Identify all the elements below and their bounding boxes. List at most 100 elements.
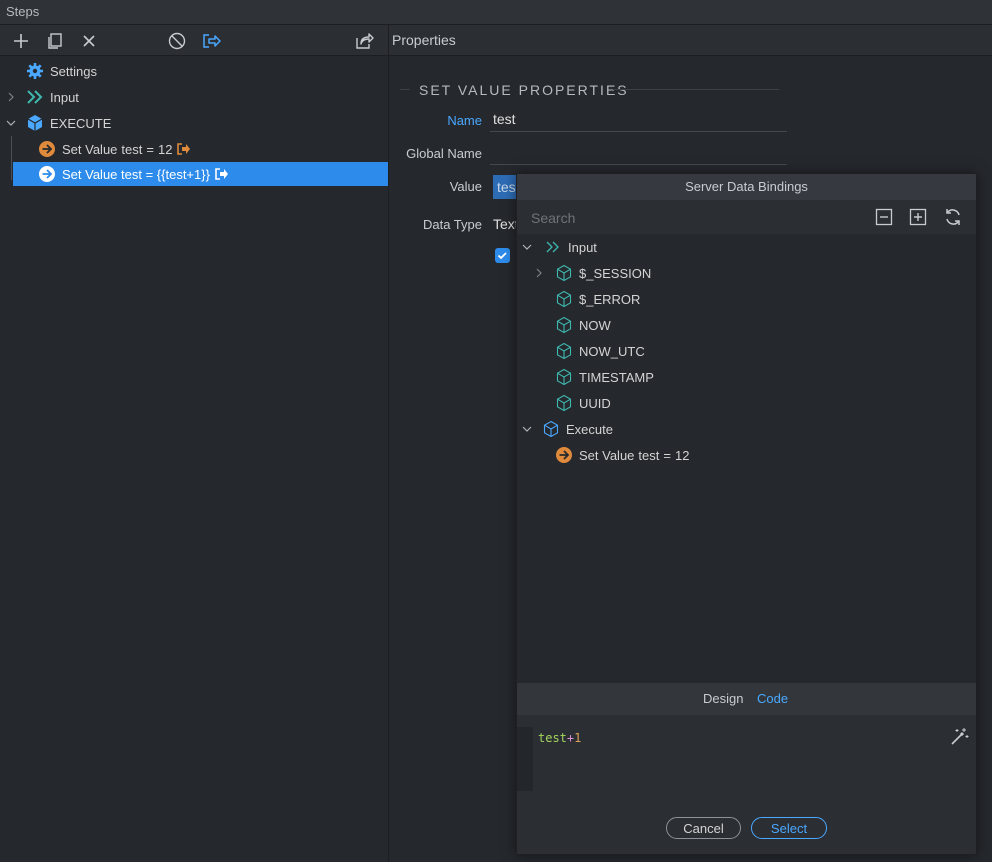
- tab-code[interactable]: Code: [757, 691, 788, 706]
- binding-label: UUID: [579, 395, 611, 411]
- add-step-button[interactable]: [10, 30, 32, 52]
- select-button[interactable]: Select: [751, 817, 827, 839]
- magic-wand-icon: [951, 728, 969, 745]
- global-name-label: Global Name: [406, 146, 482, 161]
- cube-outline-icon: [542, 420, 560, 438]
- tree-item-input[interactable]: Input: [0, 85, 388, 109]
- binding-label: $_SESSION: [579, 265, 652, 281]
- cube-outline-icon: [555, 264, 573, 282]
- binding-set-value[interactable]: Set Value test = 12: [517, 442, 976, 468]
- dialog-footer: Cancel Select: [517, 802, 976, 854]
- binding-value: 12: [674, 447, 690, 463]
- cube-outline-icon: [555, 368, 573, 386]
- expand-icon: [909, 208, 927, 226]
- binding-label: TIMESTAMP: [579, 369, 654, 385]
- expand-all-button[interactable]: [909, 208, 927, 226]
- tree-item-label: EXECUTE: [50, 115, 112, 131]
- cube-outline-icon: [555, 290, 573, 308]
- tree-item-execute[interactable]: EXECUTE: [0, 111, 388, 135]
- chevron-right-icon[interactable]: [6, 92, 16, 102]
- name-label: Name: [447, 113, 482, 128]
- chevron-down-icon[interactable]: [521, 243, 533, 251]
- panel-title: Steps: [6, 4, 40, 19]
- panel-title-bar: Steps: [0, 0, 992, 25]
- refresh-button[interactable]: [943, 207, 963, 227]
- arrow-circle-icon: [38, 140, 56, 158]
- share-icon: [356, 33, 374, 49]
- code-gutter: [517, 727, 533, 791]
- tree-item-settings[interactable]: Settings: [0, 59, 388, 83]
- sign-out-icon: [203, 34, 221, 48]
- global-name-field[interactable]: [490, 140, 787, 164]
- disable-icon: [168, 32, 186, 50]
- format-button[interactable]: [949, 727, 969, 747]
- tree-item-label: Settings: [50, 63, 97, 79]
- export-button[interactable]: [353, 30, 375, 52]
- editor-tabs: Design Code: [517, 683, 976, 715]
- cube-outline-icon: [555, 316, 573, 334]
- data-type-select[interactable]: Text: [493, 216, 516, 232]
- disable-step-button[interactable]: [166, 30, 188, 52]
- code-editor[interactable]: test+1: [517, 715, 976, 802]
- binding-now[interactable]: NOW: [517, 312, 976, 338]
- step-value: 12: [157, 141, 173, 157]
- bindings-tree: Input $_SESSION $_ERROR NOW NOW_UTC TIME…: [517, 234, 976, 683]
- chevron-down-icon[interactable]: [5, 119, 17, 127]
- binding-error[interactable]: $_ERROR: [517, 286, 976, 312]
- name-field[interactable]: test: [493, 111, 516, 127]
- step-operator: =: [146, 141, 154, 157]
- binding-label: $_ERROR: [579, 291, 641, 307]
- search-input[interactable]: [529, 207, 853, 229]
- cube-outline-icon: [555, 394, 573, 412]
- gear-icon: [26, 62, 44, 80]
- binding-input[interactable]: Input: [517, 234, 976, 260]
- chevron-right-icon[interactable]: [534, 268, 544, 278]
- checkmark-icon: [497, 252, 507, 260]
- step-variable: test: [121, 141, 143, 157]
- binding-label: Execute: [566, 421, 613, 437]
- cube-icon: [26, 114, 44, 132]
- copy-step-button[interactable]: [44, 30, 66, 52]
- binding-execute[interactable]: Execute: [517, 416, 976, 442]
- chevron-down-icon[interactable]: [521, 425, 533, 433]
- step-label: Set Value test = {{test+1}}: [62, 166, 210, 182]
- binding-uuid[interactable]: UUID: [517, 390, 976, 416]
- dialog-title: Server Data Bindings: [517, 174, 976, 200]
- steps-tree: Settings Input EXECUTE Set Value test = …: [0, 56, 389, 862]
- toolbar: Properties: [0, 25, 992, 56]
- delete-step-button[interactable]: [78, 30, 100, 52]
- binding-timestamp[interactable]: TIMESTAMP: [517, 364, 976, 390]
- cancel-button[interactable]: Cancel: [666, 817, 741, 839]
- step-set-value-expression[interactable]: Set Value test = {{test+1}}: [13, 162, 388, 186]
- collapse-all-button[interactable]: [875, 208, 893, 226]
- tab-design[interactable]: Design: [703, 691, 743, 706]
- close-icon: [83, 35, 95, 47]
- arrow-circle-icon: [555, 446, 573, 464]
- code-expression[interactable]: test+1: [538, 731, 581, 745]
- section-title: SET VALUE PROPERTIES: [419, 82, 629, 98]
- binding-label: NOW_UTC: [579, 343, 645, 359]
- step-label: Set Value: [62, 141, 118, 157]
- tree-item-label: Input: [50, 89, 79, 105]
- refresh-icon: [946, 209, 960, 225]
- binding-label: Set Value: [579, 447, 635, 463]
- cube-outline-icon: [555, 342, 573, 360]
- double-chevron-icon: [545, 241, 561, 253]
- data-type-label: Data Type: [422, 217, 482, 232]
- value-field[interactable]: tes: [493, 175, 516, 199]
- binding-now-utc[interactable]: NOW_UTC: [517, 338, 976, 364]
- value-label: Value: [449, 179, 482, 194]
- output-step-button[interactable]: [200, 30, 222, 52]
- binding-variable: test: [638, 447, 660, 463]
- value-text: tes: [497, 179, 516, 195]
- option-checkbox[interactable]: [495, 248, 510, 263]
- output-icon: [177, 143, 191, 155]
- arrow-circle-icon: [38, 165, 56, 183]
- binding-label: Input: [568, 239, 597, 255]
- properties-title: Properties: [392, 32, 456, 48]
- server-data-bindings-dialog: Server Data Bindings Input: [516, 173, 977, 855]
- binding-session[interactable]: $_SESSION: [517, 260, 976, 286]
- step-set-value-12[interactable]: Set Value test = 12: [0, 137, 388, 161]
- double-chevron-icon: [26, 90, 44, 104]
- code-number: 1: [574, 731, 582, 745]
